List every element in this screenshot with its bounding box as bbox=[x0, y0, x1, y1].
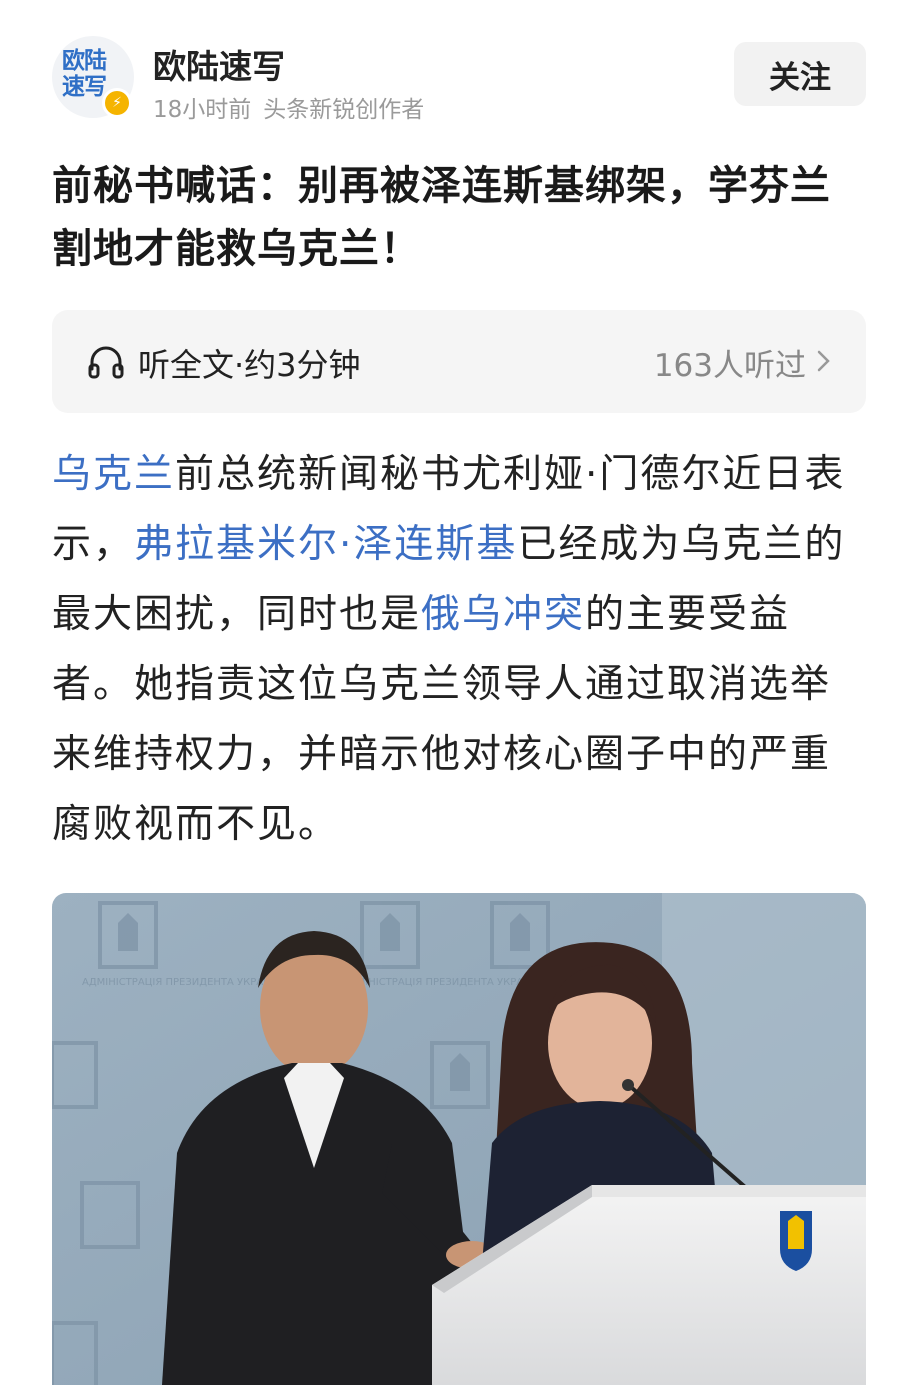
author-role: 头条新锐创作者 bbox=[263, 97, 425, 123]
author-header: 欧陆速写 ⚡ 欧陆速写 18小时前 头条新锐创作者 关注 bbox=[0, 0, 918, 150]
article-photo[interactable]: АДМІНІСТРАЦІЯ ПРЕЗИДЕНТА УКРАЇНИ АДМІНІС… bbox=[52, 893, 866, 1385]
press-briefing-image: АДМІНІСТРАЦІЯ ПРЕЗИДЕНТА УКРАЇНИ АДМІНІС… bbox=[52, 893, 866, 1385]
link-zelensky[interactable]: 弗拉基米尔·泽连斯基 bbox=[134, 522, 517, 567]
link-ukraine[interactable]: 乌克兰 bbox=[52, 452, 175, 497]
chevron-right-icon bbox=[817, 350, 830, 372]
article-body: 乌克兰前总统新闻秘书尤利娅·门德尔近日表示，弗拉基米尔·泽连斯基已经成为乌克兰的… bbox=[52, 440, 852, 860]
publish-time: 18小时前 bbox=[153, 97, 252, 123]
headphone-icon bbox=[88, 346, 124, 379]
follow-button[interactable]: 关注 bbox=[734, 42, 866, 106]
link-russia-ukraine-conflict[interactable]: 俄乌冲突 bbox=[421, 592, 585, 637]
verified-badge-icon: ⚡ bbox=[102, 88, 132, 118]
author-name[interactable]: 欧陆速写 bbox=[153, 40, 285, 88]
article-title: 前秘书喊话：别再被泽连斯基绑架，学芬兰割地才能救乌克兰！ bbox=[52, 163, 831, 272]
listen-label: 听全文·约3分钟 bbox=[138, 346, 361, 384]
backdrop-text: АДМІНІСТРАЦІЯ ПРЕЗИДЕНТА УКРАЇНИ bbox=[342, 975, 541, 988]
listen-count: 163人听过 bbox=[653, 348, 806, 384]
backdrop-text: АДМІНІСТРАЦІЯ ПРЕЗИДЕНТА УКРАЇНИ bbox=[82, 975, 281, 988]
author-meta: 18小时前 头条新锐创作者 bbox=[153, 90, 424, 124]
listen-full-text-bar[interactable]: 听全文·约3分钟 163人听过 bbox=[52, 310, 866, 413]
